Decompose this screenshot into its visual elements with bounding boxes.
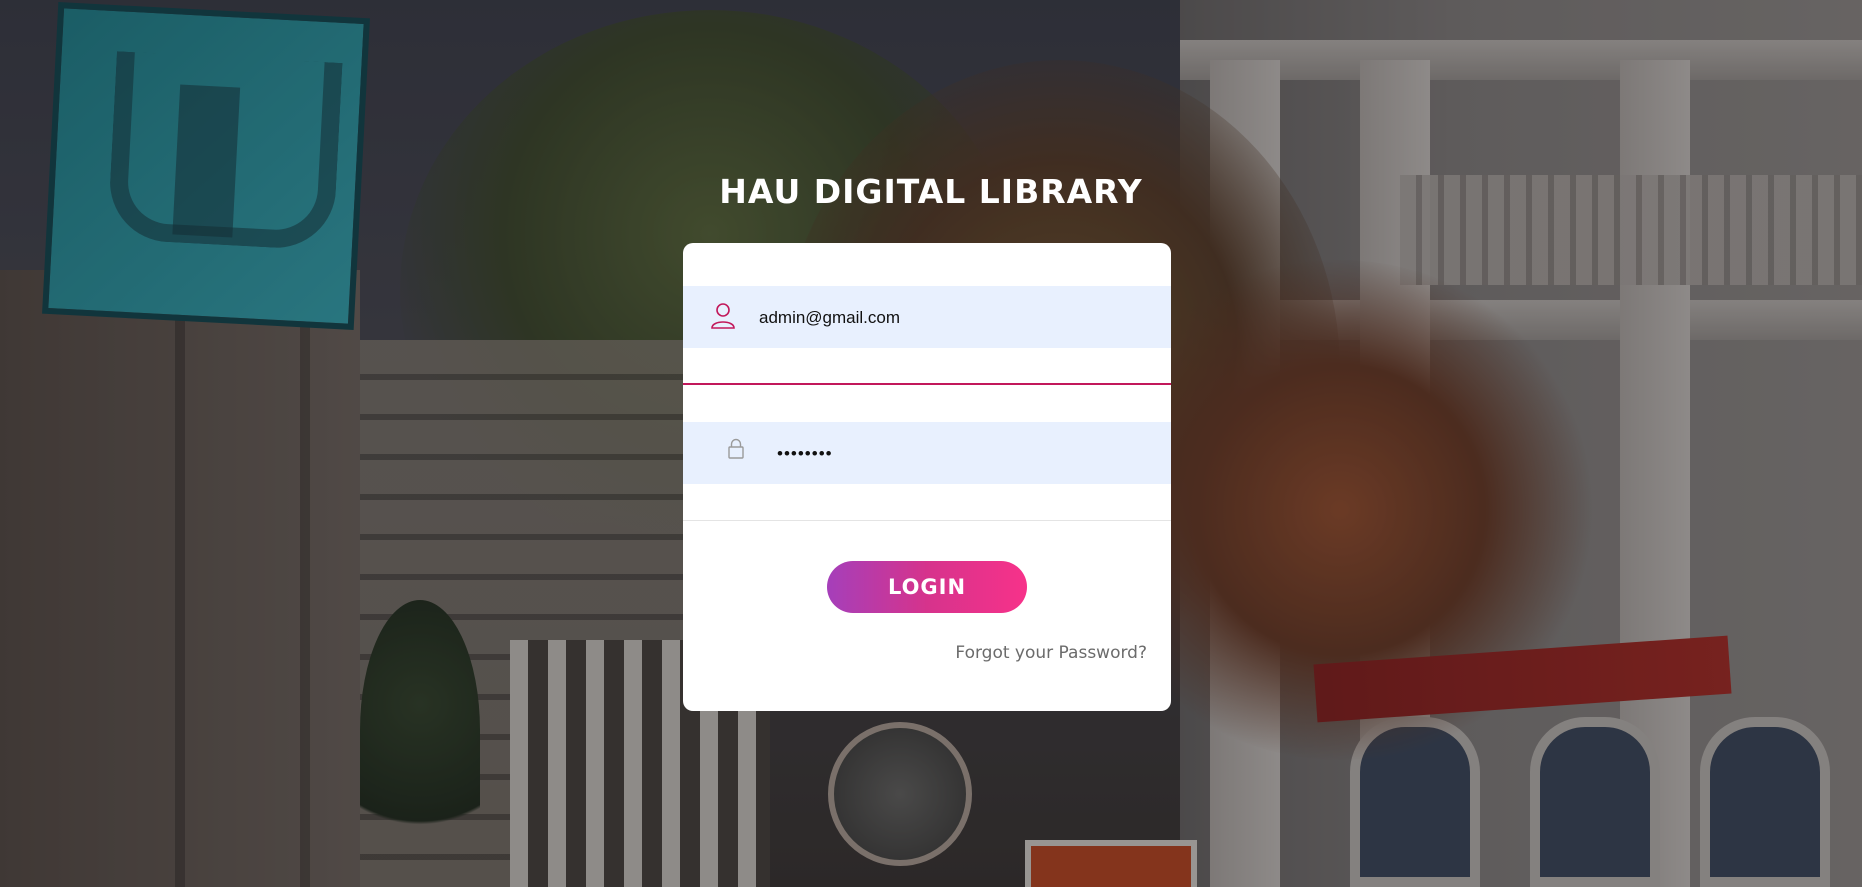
- login-card: LOGIN Forgot your Password?: [683, 243, 1171, 711]
- email-underline: [683, 383, 1171, 385]
- page-title: HAU DIGITAL LIBRARY: [719, 172, 1143, 212]
- email-field[interactable]: [683, 286, 1171, 350]
- forgot-password-link[interactable]: Forgot your Password?: [955, 643, 1147, 663]
- email-input[interactable]: [757, 286, 1151, 350]
- user-icon: [710, 302, 736, 334]
- password-underline: [683, 520, 1171, 521]
- password-field[interactable]: [683, 422, 1171, 486]
- password-input[interactable]: [775, 422, 1149, 486]
- lock-icon: [728, 438, 744, 464]
- login-button[interactable]: LOGIN: [827, 561, 1027, 613]
